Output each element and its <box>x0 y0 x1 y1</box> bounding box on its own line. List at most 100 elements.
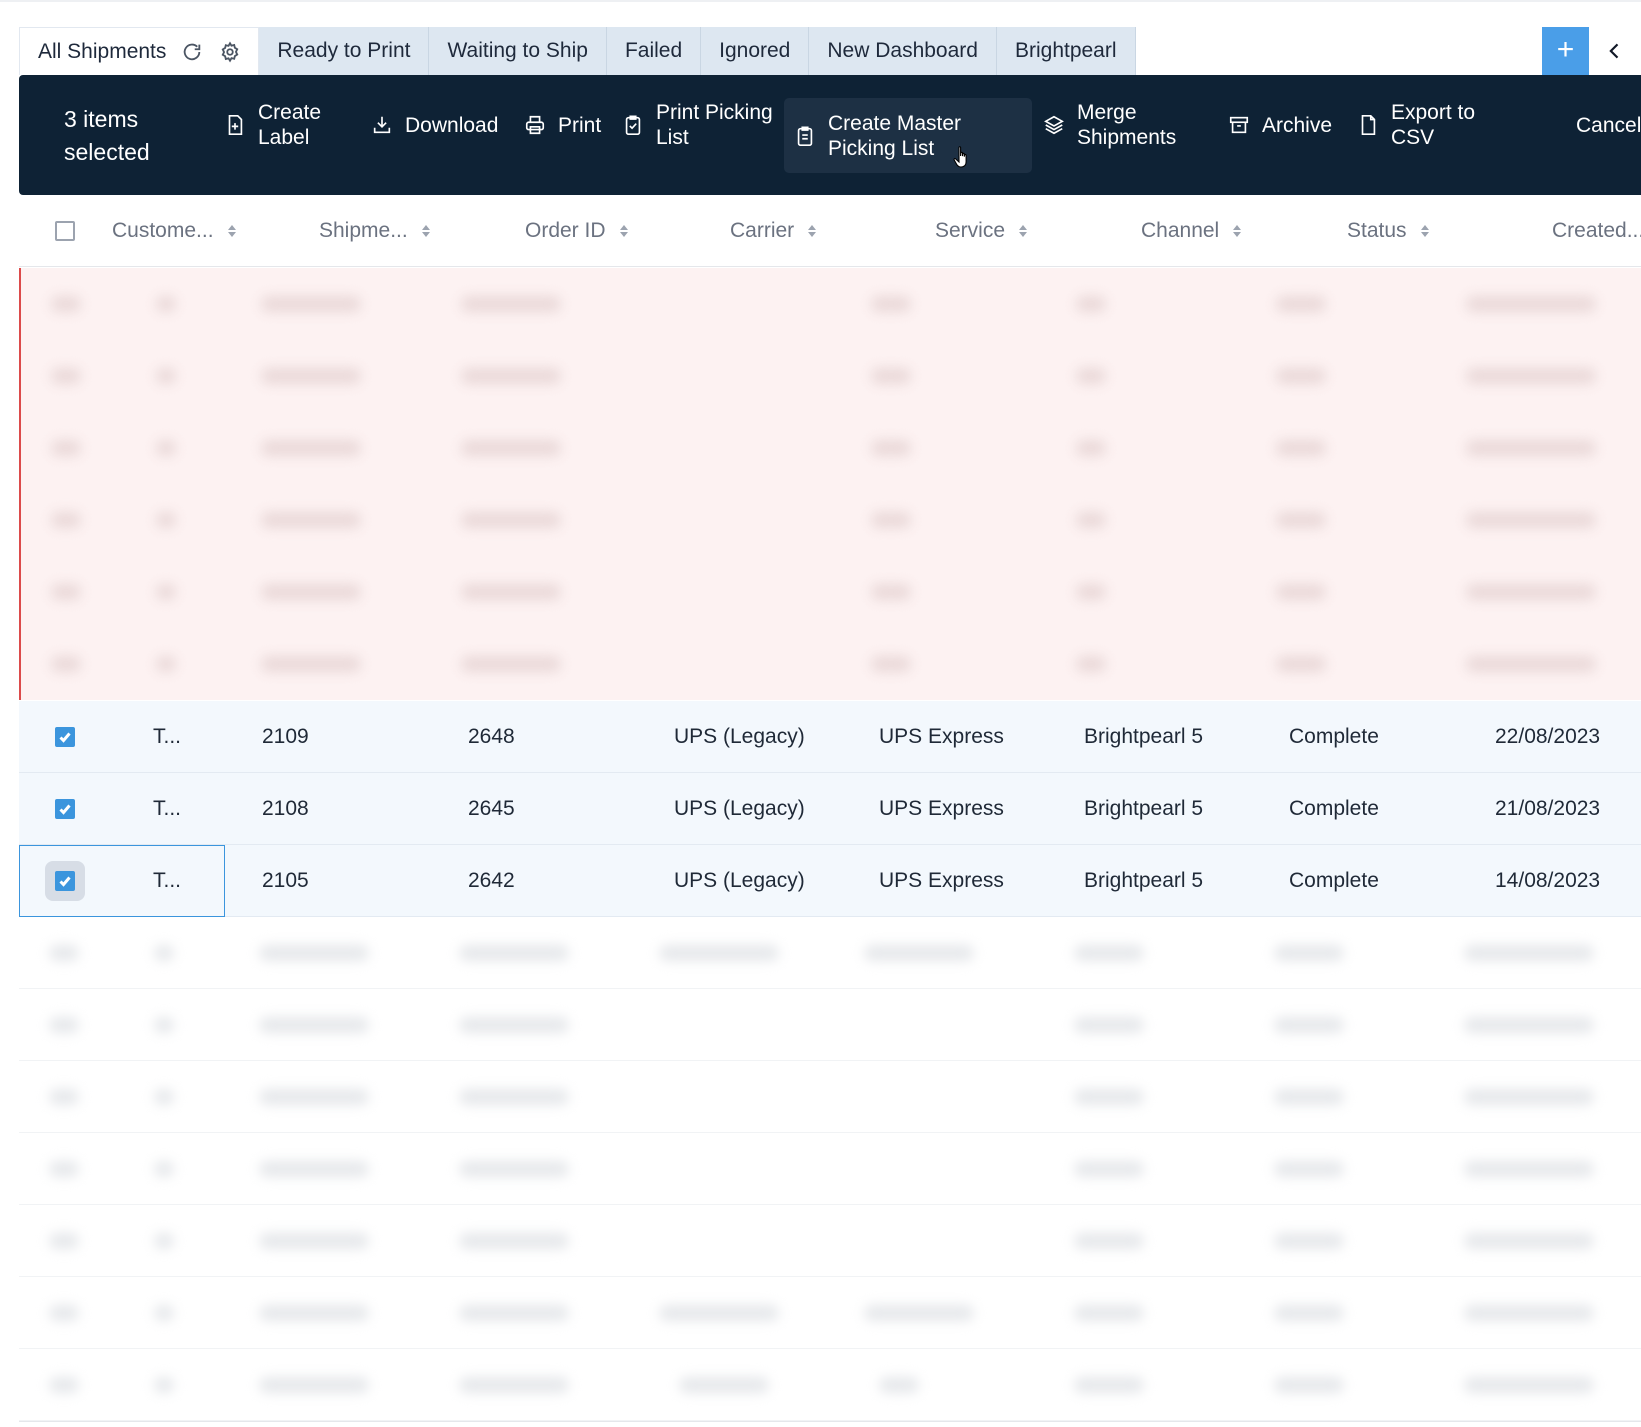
column-order-id[interactable]: Order ID <box>525 195 628 267</box>
blurred-cell <box>459 1089 569 1105</box>
blurred-cell <box>154 945 174 961</box>
tab-waiting-to-ship[interactable]: Waiting to Ship <box>429 27 607 75</box>
blurred-cell <box>679 1377 769 1393</box>
blurred-cell <box>261 440 361 456</box>
column-channel-label: Channel <box>1141 219 1220 242</box>
blurred-cell <box>1466 440 1596 456</box>
blurred-cell <box>879 1377 919 1393</box>
blurred-cell <box>1464 1233 1594 1249</box>
file-plus-icon <box>224 114 246 136</box>
download-button[interactable]: Download <box>371 99 498 151</box>
cell-carrier: UPS (Legacy) <box>674 869 805 892</box>
blurred-cell <box>1074 1233 1144 1249</box>
blurred-row <box>21 268 1641 340</box>
plus-icon: + <box>1556 32 1575 66</box>
merge-shipments-button[interactable]: Merge Shipments <box>1043 99 1187 151</box>
blurred-row <box>19 1205 1641 1277</box>
blurred-cell <box>461 296 561 312</box>
blurred-cell <box>49 945 79 961</box>
tab-ignored[interactable]: Ignored <box>701 27 810 75</box>
cell-channel: Brightpearl 5 <box>1084 869 1204 892</box>
tab-failed[interactable]: Failed <box>606 27 702 75</box>
archive-button[interactable]: Archive <box>1228 99 1332 151</box>
blurred-cell <box>1464 1305 1594 1321</box>
tab-new-dashboard[interactable]: New Dashboard <box>809 27 997 75</box>
cancel-button[interactable]: Cancel <box>1576 99 1641 151</box>
table-bottom-border <box>19 1421 1641 1422</box>
cell-service: UPS Express <box>879 797 1004 820</box>
create-master-picking-list-button[interactable]: Create Master Picking List <box>784 98 1032 173</box>
table-row[interactable]: T... 2105 2642 UPS (Legacy) UPS Express … <box>19 845 1641 917</box>
cell-channel: Brightpearl 5 <box>1084 725 1204 748</box>
blurred-row <box>21 340 1641 412</box>
column-carrier[interactable]: Carrier <box>730 195 817 267</box>
sort-icon <box>421 225 430 237</box>
blurred-cell <box>261 584 361 600</box>
print-picking-list-button[interactable]: Print Picking List <box>622 99 776 151</box>
blurred-cell <box>1074 1305 1144 1321</box>
gear-icon[interactable] <box>218 40 242 64</box>
blurred-cell <box>1274 1161 1344 1177</box>
row-checkbox[interactable] <box>45 717 85 757</box>
column-customer[interactable]: Custome... <box>112 195 236 267</box>
blurred-lower-rows <box>19 917 1641 1422</box>
cell-service: UPS Express <box>879 725 1004 748</box>
print-picking-list-text: Print Picking List <box>656 101 773 149</box>
blurred-cell <box>259 1377 369 1393</box>
hand-cursor-icon <box>953 146 967 168</box>
blurred-cell <box>49 1233 79 1249</box>
blurred-cell <box>261 368 361 384</box>
column-service[interactable]: Service <box>935 195 1028 267</box>
blurred-cell <box>1076 368 1106 384</box>
refresh-icon[interactable] <box>180 40 204 64</box>
cell-status: Complete <box>1289 869 1379 892</box>
view-tabs: All Shipments Ready to Print Waiting to … <box>19 27 1136 75</box>
column-status[interactable]: Status <box>1347 195 1429 267</box>
table-row[interactable]: T... 2109 2648 UPS (Legacy) UPS Express … <box>19 701 1641 773</box>
blurred-cell <box>1074 1377 1144 1393</box>
column-customer-label: Custome... <box>112 219 214 242</box>
blurred-row <box>21 628 1641 700</box>
blurred-cell <box>1076 584 1106 600</box>
blurred-cell <box>1276 584 1326 600</box>
row-checkbox[interactable] <box>45 861 85 901</box>
blurred-cell <box>459 945 569 961</box>
print-button[interactable]: Print <box>524 99 601 151</box>
column-shipment[interactable]: Shipme... <box>319 195 430 267</box>
blurred-row <box>21 484 1641 556</box>
blurred-cell <box>49 1017 79 1033</box>
blurred-cell <box>259 1089 369 1105</box>
column-channel[interactable]: Channel <box>1141 195 1242 267</box>
blurred-cell <box>51 296 81 312</box>
export-csv-text: Export to CSV <box>1391 101 1476 149</box>
blurred-cell <box>1276 296 1326 312</box>
cell-service: UPS Express <box>879 869 1004 892</box>
blurred-cell <box>259 1233 369 1249</box>
export-csv-button[interactable]: Export to CSV <box>1357 99 1481 151</box>
blurred-cell <box>259 1017 369 1033</box>
blurred-cell <box>51 368 81 384</box>
blurred-cell <box>259 945 369 961</box>
create-label-button[interactable]: Create Label <box>224 99 344 151</box>
tab-brightpearl[interactable]: Brightpearl <box>996 27 1136 75</box>
blurred-cell <box>154 1377 174 1393</box>
cell-created: 14/08/2023 <box>1495 869 1601 892</box>
bulk-action-bar: 3 items selected Create Label Download P… <box>19 75 1641 195</box>
table-row[interactable]: T... 2108 2645 UPS (Legacy) UPS Express … <box>19 773 1641 845</box>
blurred-cell <box>1076 440 1106 456</box>
blurred-cell <box>156 512 176 528</box>
blurred-row <box>19 1061 1641 1133</box>
column-created[interactable]: Created... <box>1552 195 1641 267</box>
add-view-button[interactable]: + <box>1542 27 1589 75</box>
cell-order-id: 2648 <box>468 725 515 748</box>
blurred-cell <box>871 440 911 456</box>
row-checkbox[interactable] <box>45 789 85 829</box>
blurred-cell <box>1464 1089 1594 1105</box>
tab-ready-to-print[interactable]: Ready to Print <box>259 27 430 75</box>
blurred-cell <box>1466 296 1596 312</box>
tab-all-shipments[interactable]: All Shipments <box>19 27 260 75</box>
blurred-cell <box>49 1089 79 1105</box>
blurred-cell <box>871 368 911 384</box>
scroll-tabs-left-button[interactable] <box>1589 27 1641 75</box>
select-all-checkbox[interactable] <box>55 195 75 267</box>
